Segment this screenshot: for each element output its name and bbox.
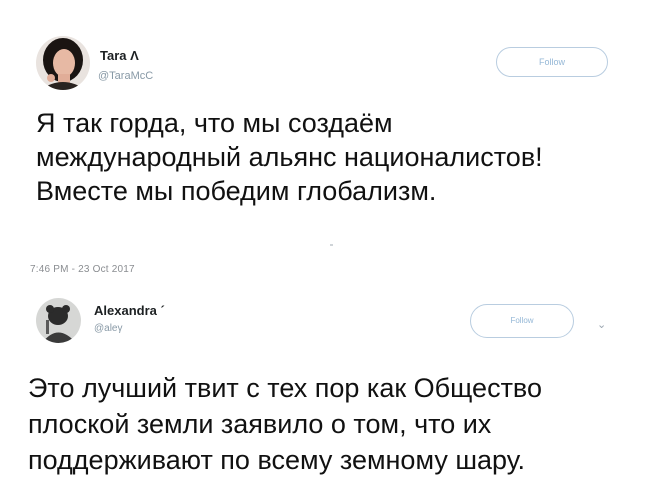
tweet-text: Это лучший твит с тех пор как Общество п… — [28, 370, 542, 478]
tweet-text-line: международный альянс националистов! — [36, 142, 543, 172]
artifact-speck — [330, 244, 333, 246]
tweet-timestamp[interactable]: 7:46 PM - 23 Oct 2017 — [30, 264, 135, 275]
tweet-text-line: Я так горда, что мы создаём — [36, 108, 393, 138]
tweet-text-line: поддерживают по всему земному шару. — [28, 445, 526, 475]
follow-button[interactable]: Follow — [496, 47, 608, 77]
avatar-photo — [36, 298, 81, 343]
follow-button[interactable]: Follow — [470, 304, 574, 338]
author-name[interactable]: Tara Λ — [100, 48, 139, 63]
author-name[interactable]: Alexandra ´ — [94, 303, 165, 318]
author-handle[interactable]: @aleγ — [94, 323, 123, 334]
avatar[interactable] — [36, 298, 81, 343]
tweet-text-line: Вместе мы победим глобализм. — [36, 176, 437, 206]
author-handle[interactable]: @TaraMcC — [98, 70, 153, 82]
tweet-text-line: Это лучший твит с тех пор как Общество — [28, 373, 542, 403]
avatar-photo — [36, 36, 90, 90]
avatar[interactable] — [36, 36, 90, 90]
chevron-down-icon[interactable]: ⌄ — [597, 318, 606, 331]
tweet-text: Я так горда, что мы создаём международны… — [36, 106, 543, 208]
tweet-text-line: плоской земли заявило о том, что их — [28, 409, 492, 439]
